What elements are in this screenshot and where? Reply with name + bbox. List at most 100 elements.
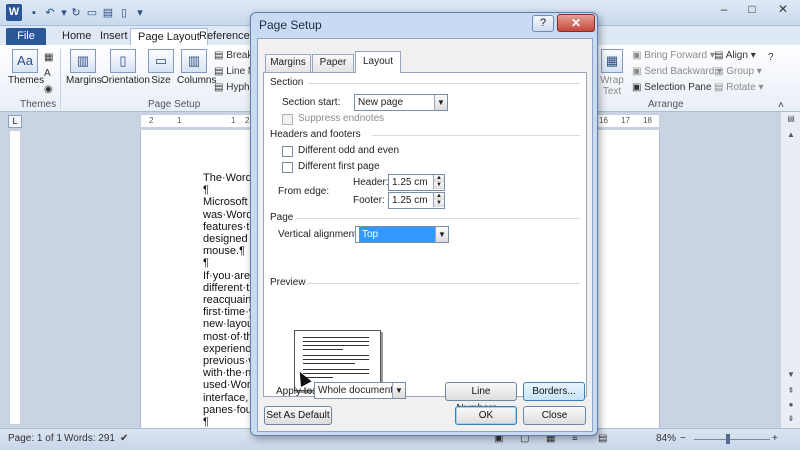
margins-label: Margins <box>66 75 102 86</box>
bring-forward-button[interactable]: ▣ Bring Forward ▾ <box>632 49 715 63</box>
suppress-endnotes-checkbox[interactable] <box>282 114 293 125</box>
spin-down-icon[interactable]: ▼ <box>433 182 444 189</box>
open-icon[interactable]: ▭ <box>84 5 100 21</box>
scroll-down-icon[interactable]: ▼ <box>783 368 799 382</box>
bring-forward-label: Bring Forward <box>644 50 708 61</box>
selection-pane-label: Selection Pane <box>644 82 712 93</box>
zoom-level[interactable]: 84% <box>656 433 676 444</box>
section-start-label: Section start: <box>282 97 341 108</box>
group-objects-button[interactable]: ▤ Group ▾ <box>714 65 762 79</box>
hyphenation-button[interactable]: ▤ Hyphe <box>214 81 255 95</box>
new-document-icon[interactable]: ▯ <box>116 5 132 21</box>
columns-button[interactable]: ▥ Columns <box>177 49 216 86</box>
align-button[interactable]: ▤ Align ▾ <box>714 49 756 63</box>
wrap-text-button[interactable]: ▦ Wrap Text <box>598 49 626 97</box>
margins-button[interactable]: ▥ Margins <box>66 49 102 86</box>
word-count[interactable]: Words: 291 <box>64 433 115 444</box>
customize-qat-icon[interactable]: ▾ <box>132 5 148 21</box>
help-icon[interactable]: ? <box>768 51 774 65</box>
tab-layout[interactable]: Layout <box>355 51 401 73</box>
header-distance-input[interactable]: 1.25 cm ▲ ▼ <box>388 174 445 191</box>
selection-pane-button[interactable]: ▣ Selection Pane <box>632 81 712 95</box>
theme-effects-icon[interactable]: ◉ <box>44 83 53 97</box>
dialog-close-button[interactable]: ✕ <box>557 14 595 32</box>
spin-up-icon[interactable]: ▲ <box>433 193 444 200</box>
section-heading: Section <box>270 77 304 88</box>
maximize-button[interactable]: □ <box>738 0 766 20</box>
ruler-tick: 1 <box>231 116 236 125</box>
columns-label: Columns <box>177 75 217 86</box>
columns-icon: ▥ <box>181 49 207 73</box>
divider <box>296 218 580 219</box>
tab-insert[interactable]: Insert <box>93 28 135 45</box>
tab-selector-button[interactable]: L <box>8 115 22 128</box>
preview-line <box>303 363 355 364</box>
size-button[interactable]: ▭ Size <box>146 49 176 86</box>
preview-line <box>303 341 369 342</box>
apply-to-value: Whole document <box>318 385 394 396</box>
dialog-help-button[interactable]: ? <box>532 15 554 32</box>
send-backward-button[interactable]: ▣ Send Backward ▾ <box>632 65 722 79</box>
group-objects-label: Group <box>726 66 755 77</box>
select-browse-object-icon[interactable]: ● <box>783 398 799 412</box>
send-backward-label: Send Backward <box>644 66 715 77</box>
borders-button[interactable]: Borders... <box>523 382 585 401</box>
orientation-button[interactable]: ▯ Orientation <box>101 49 150 86</box>
preview-line <box>303 337 369 338</box>
previous-page-icon[interactable]: ⇞ <box>783 384 799 398</box>
spin-down-icon[interactable]: ▼ <box>433 200 444 207</box>
close-button[interactable]: Close <box>523 406 586 425</box>
next-page-icon[interactable]: ⇟ <box>783 412 799 426</box>
zoom-slider-thumb[interactable] <box>726 434 730 444</box>
theme-colors-icon[interactable]: ▦ <box>44 51 53 65</box>
ruler-tick: 2 <box>245 116 250 125</box>
collapse-ribbon-icon[interactable]: ˄ <box>778 99 784 113</box>
print-preview-icon[interactable]: ▤ <box>100 5 116 21</box>
tab-file[interactable]: File <box>6 28 46 45</box>
line-numbers-ribbon-button[interactable]: ▤ Line N <box>214 65 255 79</box>
divider <box>308 83 580 84</box>
tab-home[interactable]: Home <box>55 28 98 45</box>
word-app-icon[interactable]: W <box>6 4 22 21</box>
rotate-button[interactable]: ▤ Rotate ▾ <box>714 81 764 95</box>
view-draft-icon[interactable]: ▤ <box>598 433 607 444</box>
set-as-default-button[interactable]: Set As Default <box>264 406 332 425</box>
zoom-in-button[interactable]: + <box>772 433 778 444</box>
ok-button[interactable]: OK <box>455 406 517 425</box>
different-odd-even-checkbox[interactable] <box>282 146 293 157</box>
save-icon[interactable]: ▪ <box>26 5 42 21</box>
vertical-ruler[interactable] <box>9 130 21 425</box>
line-numbers-button[interactable]: Line Numbers... <box>445 382 517 414</box>
preview-line <box>303 369 369 370</box>
repeat-icon[interactable]: ↻ <box>68 5 84 21</box>
theme-fonts-icon[interactable]: A <box>44 67 51 81</box>
section-start-select[interactable]: New page ▼ <box>354 94 448 111</box>
spin-up-icon[interactable]: ▲ <box>433 175 444 182</box>
close-window-button[interactable]: ✕ <box>766 0 800 20</box>
ruler-tick: 17 <box>621 116 630 125</box>
tab-margins[interactable]: Margins <box>265 54 311 72</box>
apply-to-select[interactable]: Whole document ▼ <box>314 382 406 399</box>
footer-distance-input[interactable]: 1.25 cm ▲ ▼ <box>388 192 445 209</box>
zoom-slider[interactable] <box>694 439 770 440</box>
divider <box>304 283 580 284</box>
size-icon: ▭ <box>148 49 174 73</box>
rotate-label: Rotate <box>726 82 756 93</box>
vertical-alignment-value: Top <box>359 227 436 242</box>
vertical-alignment-select[interactable]: Top ▼ <box>355 226 449 243</box>
themes-button[interactable]: Aa Themes <box>8 49 44 86</box>
tab-paper[interactable]: Paper <box>312 54 354 72</box>
minimize-button[interactable]: – <box>710 0 738 20</box>
vertical-scrollbar[interactable]: ▤ ▲ ▼ ⇞ ● ⇟ <box>780 112 800 428</box>
preview-line <box>303 355 369 356</box>
layout-tab-panel: Section Section start: New page ▼ Suppre… <box>263 72 587 414</box>
zoom-out-button[interactable]: − <box>680 433 686 444</box>
ruler-tick: 16 <box>599 116 608 125</box>
different-first-page-checkbox[interactable] <box>282 162 293 173</box>
proofing-icon[interactable]: ✔ <box>120 433 128 444</box>
scroll-up-icon[interactable]: ▲ <box>783 128 799 142</box>
align-label: Align <box>725 50 748 61</box>
preview-line <box>303 373 369 374</box>
ruler-toggle-icon[interactable]: ▤ <box>783 112 799 126</box>
page-count[interactable]: Page: 1 of 1 <box>8 433 62 444</box>
